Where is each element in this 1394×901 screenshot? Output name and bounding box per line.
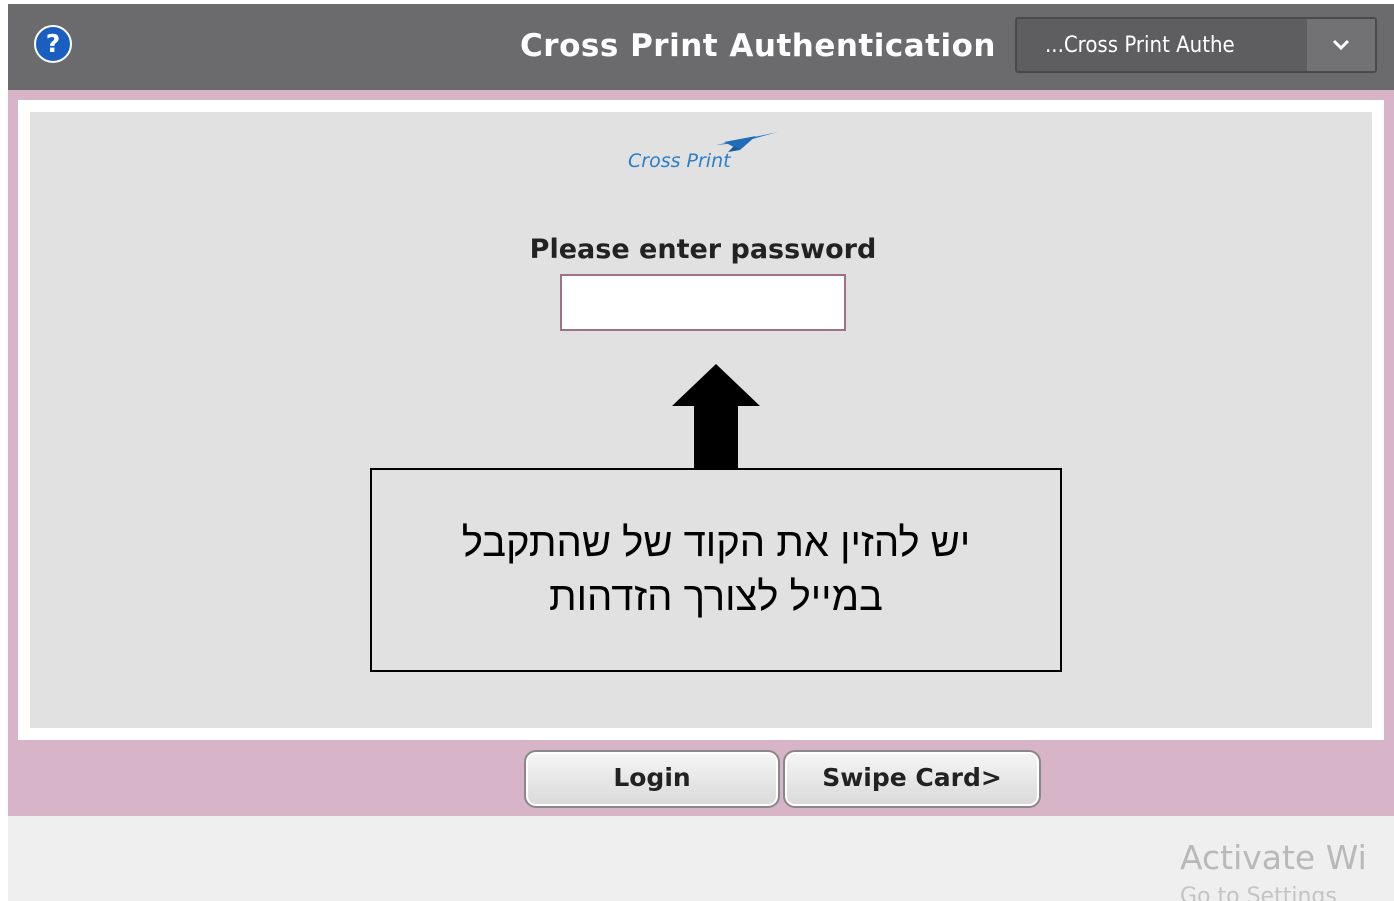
instruction-callout: יש להזין את הקוד של שהתקבל במייל לצורך ה… (370, 468, 1062, 672)
login-button[interactable]: Login (524, 750, 780, 808)
activate-windows-subtext: Go to Settings (1180, 884, 1337, 901)
help-icon[interactable]: ? (34, 25, 72, 63)
instruction-line-1: יש להזין את הקוד של שהתקבל (461, 521, 971, 565)
logo-text: Cross Print (628, 150, 731, 172)
activate-windows-watermark: Activate Wi (1180, 838, 1367, 877)
selector-value: ...Cross Print Authe (1045, 33, 1235, 58)
arrow-up-icon (672, 364, 760, 468)
application-selector[interactable]: ...Cross Print Authe (1015, 17, 1377, 73)
password-prompt: Please enter password (529, 234, 877, 265)
content-panel: Cross Print Please enter password יש להז… (30, 112, 1372, 728)
window-title: Cross Print Authentication (520, 28, 996, 64)
instruction-line-2: במייל לצורך הזדהות (549, 575, 883, 619)
content-frame: Cross Print Please enter password יש להז… (18, 100, 1384, 740)
auth-window: ? Cross Print Authentication ...Cross Pr… (8, 4, 1394, 901)
cross-print-logo: Cross Print (628, 130, 788, 180)
password-input[interactable] (560, 274, 846, 331)
chevron-down-icon[interactable] (1307, 19, 1375, 71)
title-bar: ? Cross Print Authentication ...Cross Pr… (8, 4, 1394, 90)
swipe-card-button[interactable]: Swipe Card> (783, 750, 1041, 808)
dialog-body: Cross Print Please enter password יש להז… (8, 90, 1394, 816)
